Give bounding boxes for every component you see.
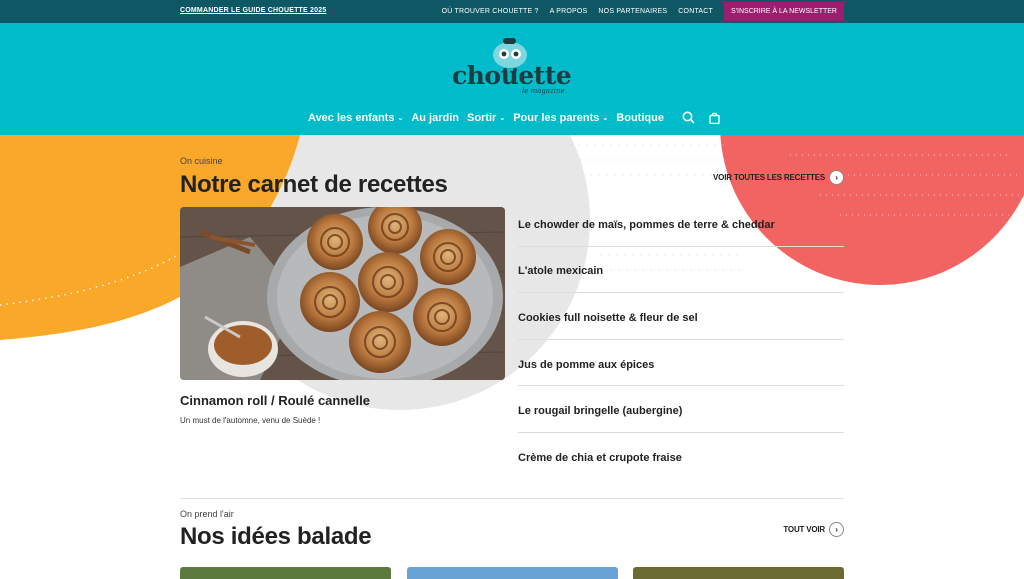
- feature-recipe-image[interactable]: [180, 207, 505, 380]
- feature-recipe-title[interactable]: Cinnamon roll / Roulé cannelle: [180, 393, 370, 408]
- chevron-right-icon: ›: [829, 522, 844, 537]
- recipe-link[interactable]: Le chowder de maïs, pommes de terre & ch…: [518, 200, 844, 247]
- recipe-link[interactable]: Le rougail bringelle (aubergine): [518, 386, 844, 433]
- main-nav: Avec les enfants ⌄ Au jardin Sortir ⌄ Pour…: [0, 111, 1024, 124]
- walk-card-image[interactable]: [180, 567, 391, 579]
- logo-wordmark: chouette: [452, 61, 572, 90]
- nav-item-outings[interactable]: Sortir ⌄: [467, 112, 505, 124]
- search-icon: [682, 111, 695, 124]
- walk-card-image[interactable]: [633, 567, 844, 579]
- nav-label: Pour les parents: [513, 111, 600, 124]
- recipe-link[interactable]: Jus de pomme aux épices: [518, 340, 844, 387]
- top-bar: COMMANDER LE GUIDE CHOUETTE 2025 OÙ TROU…: [0, 0, 1024, 23]
- nav-item-garden[interactable]: Au jardin: [411, 112, 459, 124]
- decorative-shapes: [0, 135, 1024, 410]
- nav-label: Au jardin: [411, 111, 459, 124]
- walk-card-image[interactable]: [407, 567, 618, 579]
- nav-item-kids[interactable]: Avec les enfants ⌄: [308, 112, 403, 124]
- recipe-list: Le chowder de maïs, pommes de terre & ch…: [518, 200, 844, 480]
- nav-item-shop[interactable]: Boutique: [616, 112, 664, 124]
- section-divider: [180, 498, 844, 499]
- top-link-partners[interactable]: NOS PARTENAIRES: [598, 8, 667, 15]
- logo-tagline: le magazine: [522, 87, 565, 95]
- decorative-background: [0, 135, 1024, 576]
- recipe-link[interactable]: Crème de chia et crupote fraise: [518, 433, 844, 480]
- chevron-right-icon: ›: [829, 170, 844, 185]
- nav-label: Sortir: [467, 111, 497, 124]
- chevron-down-icon: ⌄: [499, 114, 506, 122]
- nav-label: Avec les enfants: [308, 111, 395, 124]
- feature-recipe-description: Un must de l'automne, venu de Suède !: [180, 416, 321, 425]
- walks-title: Nos idées balade: [180, 523, 372, 550]
- recipe-link[interactable]: L'atole mexicain: [518, 247, 844, 294]
- site-logo[interactable]: chouette le magazine: [452, 35, 576, 97]
- top-link-where[interactable]: OÙ TROUVER CHOUETTE ?: [442, 8, 539, 15]
- see-all-label: VOIR TOUTES LES RECETTES: [713, 173, 825, 182]
- chevron-down-icon: ⌄: [602, 114, 609, 122]
- newsletter-button[interactable]: S'INSCRIRE À LA NEWSLETTER: [724, 2, 844, 21]
- nav-item-parents[interactable]: Pour les parents ⌄: [513, 112, 608, 124]
- see-all-label: TOUT VOIR: [783, 525, 825, 534]
- top-link-contact[interactable]: CONTACT: [678, 8, 713, 15]
- see-all-recipes-link[interactable]: VOIR TOUTES LES RECETTES ›: [713, 170, 844, 185]
- site-header: chouette le magazine Avec les enfants ⌄ A…: [0, 23, 1024, 135]
- search-button[interactable]: [682, 111, 695, 124]
- shopping-bag-icon: [709, 112, 720, 124]
- walks-kicker: On prend l'air: [180, 509, 234, 519]
- recipes-kicker: On cuisine: [180, 156, 223, 166]
- cinnamon-rolls-photo: [180, 207, 505, 380]
- top-link-about[interactable]: A PROPOS: [550, 8, 588, 15]
- see-all-walks-link[interactable]: TOUT VOIR ›: [783, 522, 844, 537]
- recipes-title: Notre carnet de recettes: [180, 171, 448, 198]
- recipe-link[interactable]: Cookies full noisette & fleur de sel: [518, 293, 844, 340]
- nav-label: Boutique: [616, 111, 664, 124]
- cart-button[interactable]: [709, 112, 720, 124]
- top-links: OÙ TROUVER CHOUETTE ? A PROPOS NOS PARTE…: [431, 2, 844, 21]
- chevron-down-icon: ⌄: [397, 114, 404, 122]
- order-guide-link[interactable]: COMMANDER LE GUIDE CHOUETTE 2025: [180, 7, 326, 14]
